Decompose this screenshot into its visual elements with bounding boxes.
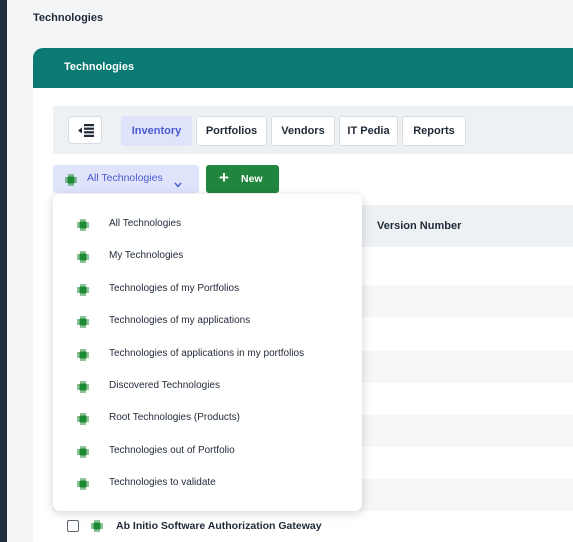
plus-icon: + [219, 168, 229, 187]
dropdown-item-label: My Technologies [109, 250, 184, 262]
dropdown-item-label: All Technologies [109, 218, 182, 229]
technology-filter-menu: All Technologies My Technologies Technolog… [53, 194, 362, 511]
chip-icon [77, 315, 89, 333]
technology-filter-dropdown[interactable]: All Technologies [53, 165, 199, 193]
new-button-label: New [241, 173, 263, 185]
chip-icon [77, 445, 89, 463]
technology-name[interactable]: Ab Initio Software Authorization Gateway [116, 520, 322, 532]
left-rail [0, 0, 7, 542]
dropdown-item-label: Technologies to validate [109, 477, 216, 489]
dropdown-item-label: Technologies of my applications [109, 315, 251, 327]
chip-icon [77, 412, 89, 430]
collapse-menu-icon [78, 124, 94, 137]
chip-icon [77, 218, 89, 236]
chip-icon [65, 173, 77, 191]
table-row[interactable]: Ab Initio Software Authorization Gateway [53, 511, 573, 542]
dropdown-item[interactable]: Technologies out of Portfolio [53, 436, 362, 466]
tab-bar: Inventory Portfolios Vendors IT Pedia Re… [53, 106, 573, 154]
dropdown-item-label: Technologies out of Portfolio [109, 444, 235, 456]
tab-it-pedia[interactable]: IT Pedia [339, 116, 398, 146]
tab-vendors[interactable]: Vendors [271, 116, 335, 146]
column-header-version-number[interactable]: Version Number [377, 220, 461, 232]
dropdown-item[interactable]: My Technologies [53, 241, 362, 271]
panel-header-title: Technologies [64, 61, 135, 73]
chevron-down-icon [174, 175, 182, 193]
page-title: Technologies [33, 12, 104, 24]
chip-icon [77, 348, 89, 366]
dropdown-item[interactable]: Root Technologies (Products) [53, 403, 362, 433]
dropdown-item[interactable]: Technologies to validate [53, 468, 362, 498]
dropdown-item[interactable]: Discovered Technologies [53, 371, 362, 401]
dropdown-item-label: Technologies of my Portfolios [109, 282, 240, 294]
chip-icon [77, 477, 89, 495]
chip-icon [77, 250, 89, 268]
tab-portfolios[interactable]: Portfolios [196, 116, 267, 146]
chip-icon [91, 519, 103, 537]
panel-header: Technologies [33, 48, 573, 88]
filter-label: All Technologies [87, 172, 163, 184]
dropdown-item-label: Technologies of applications in my portf… [109, 347, 305, 359]
dropdown-item[interactable]: Technologies of my applications [53, 306, 362, 336]
chip-icon [77, 283, 89, 301]
sidebar-toggle-button[interactable] [68, 116, 102, 144]
row-checkbox[interactable] [67, 520, 79, 532]
new-technology-button[interactable]: + New [206, 165, 279, 193]
dropdown-item-label: Root Technologies (Products) [109, 412, 240, 424]
dropdown-item[interactable]: Technologies of applications in my portf… [53, 339, 362, 369]
dropdown-item[interactable]: All Technologies [53, 209, 362, 239]
dropdown-item-label: Discovered Technologies [109, 380, 220, 391]
tab-reports[interactable]: Reports [402, 116, 466, 146]
tab-inventory[interactable]: Inventory [121, 116, 192, 146]
dropdown-item[interactable]: Technologies of my Portfolios [53, 274, 362, 304]
chip-icon [77, 380, 89, 398]
